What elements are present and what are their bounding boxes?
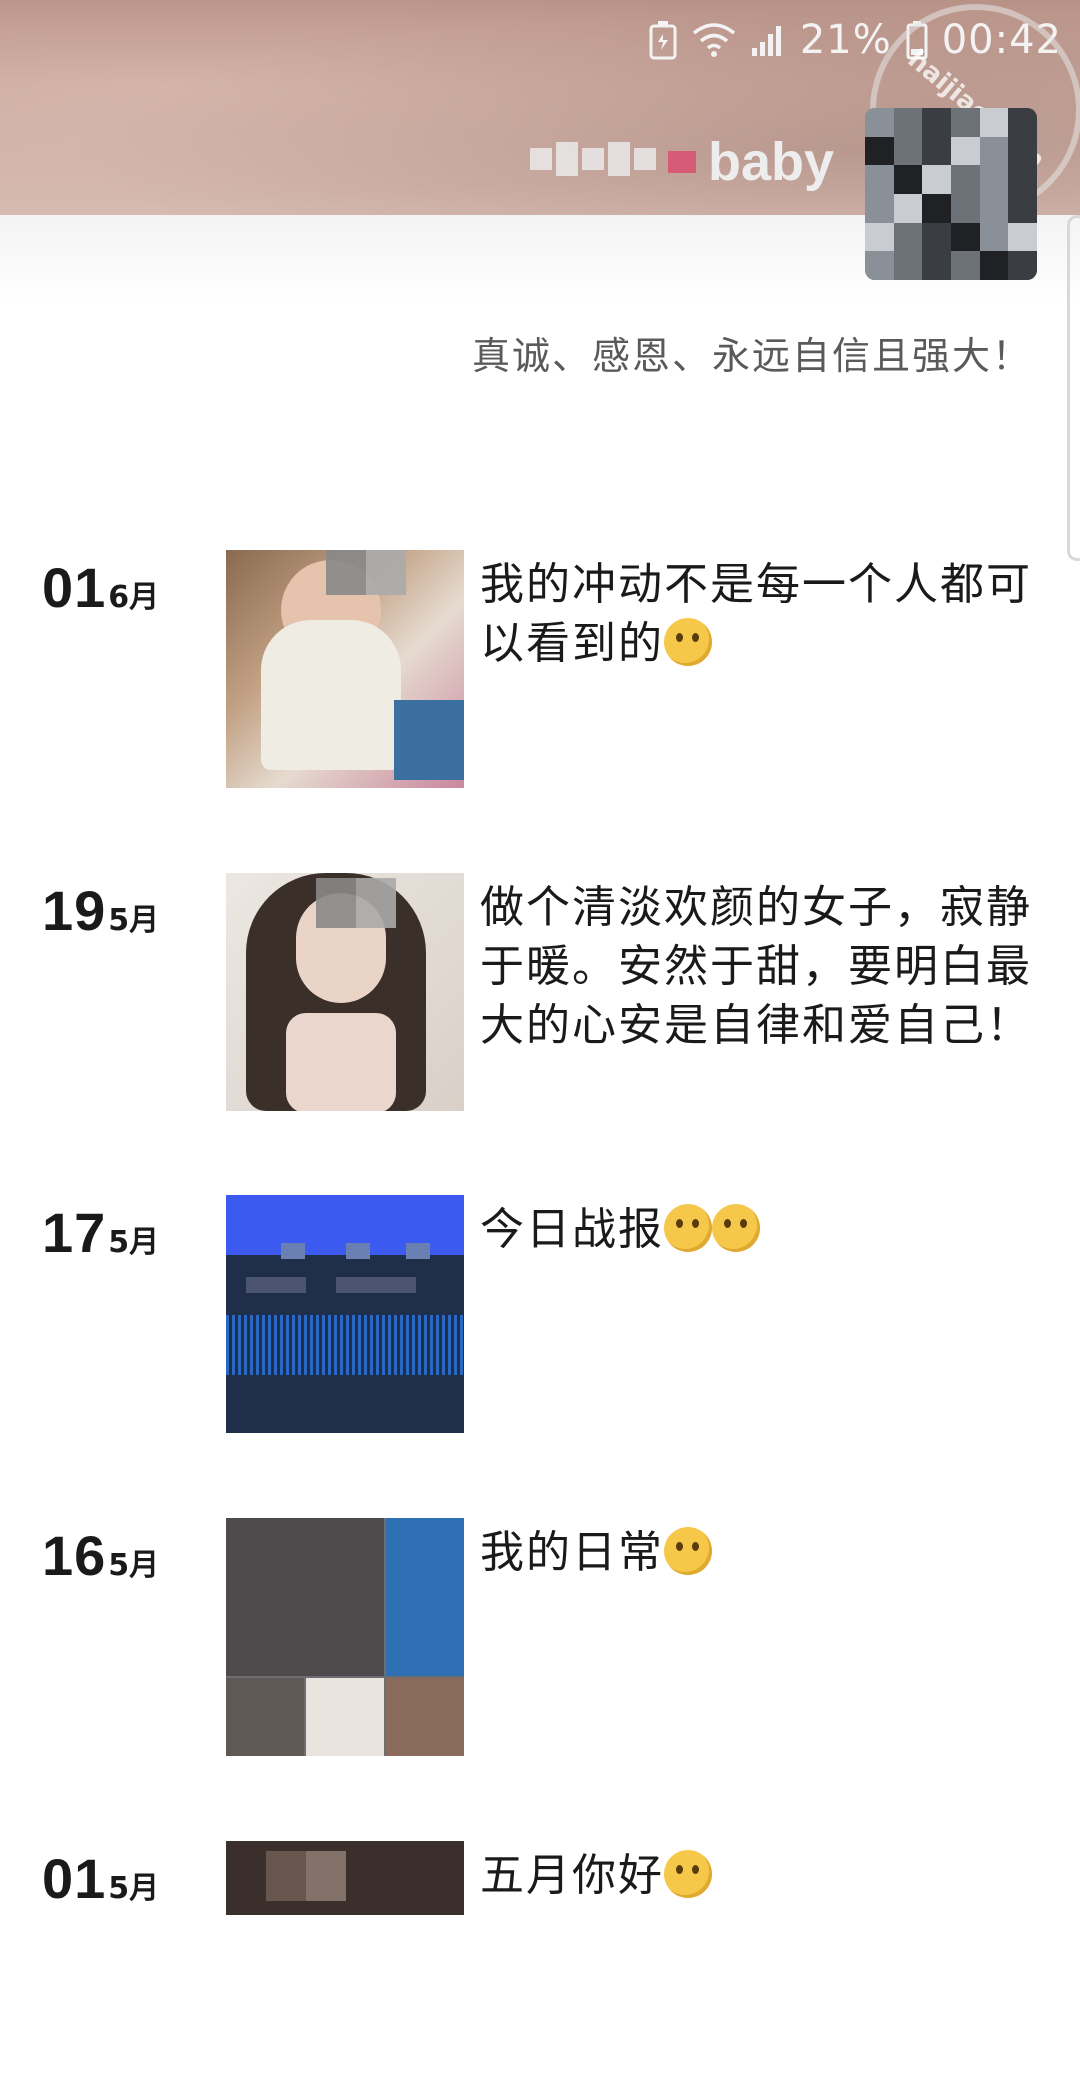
- nickname-mosaic: [530, 142, 656, 176]
- battery-percent: 21%: [799, 17, 892, 63]
- profile-signature: 真诚、感恩、永远自信且强大！: [471, 334, 1032, 378]
- post-month: 5月: [108, 903, 160, 938]
- battery-saver-icon: [648, 20, 678, 60]
- grid-image[interactable]: [226, 1518, 384, 1676]
- post-caption: 我的冲动不是每一个人都可以看到的: [480, 555, 1040, 673]
- post-caption-text: 五月你好: [480, 1850, 664, 1901]
- post-caption: 做个清淡欢颜的女子，寂静于暖。安然于甜，要明白最大的心安是自律和爱自己！: [480, 882, 1032, 1051]
- post-day: 01: [42, 556, 107, 619]
- post-day: 19: [42, 879, 107, 942]
- post-thumbnail[interactable]: [226, 550, 464, 788]
- grid-image[interactable]: [386, 1678, 464, 1756]
- face-mosaic: [316, 878, 396, 928]
- post-caption: 今日战报: [480, 1200, 1040, 1259]
- post-thumbnail[interactable]: [226, 1841, 464, 1915]
- post-day: 01: [42, 1847, 107, 1910]
- nickname-emoji-mosaic: [668, 151, 696, 173]
- post-caption-text: 我的冲动不是每一个人都可以看到的: [480, 559, 1032, 669]
- wifi-icon: [692, 21, 736, 59]
- post-day: 17: [42, 1201, 107, 1264]
- timeline-post[interactable]: 17 5月 今日战报: [0, 1195, 1080, 1440]
- avatar[interactable]: [865, 108, 1037, 280]
- grid-image[interactable]: [226, 1678, 304, 1756]
- post-day: 16: [42, 1524, 107, 1587]
- post-month: 5月: [108, 1871, 160, 1906]
- post-thumbnail[interactable]: [226, 1195, 464, 1433]
- post-caption: 我的日常: [480, 1523, 1040, 1582]
- post-month: 6月: [108, 580, 160, 615]
- facepalm-emoji-icon: [664, 1527, 712, 1575]
- face-mosaic: [326, 550, 406, 595]
- smug-emoji-icon: [664, 1204, 712, 1252]
- post-date: 19 5月: [42, 878, 159, 943]
- face-mosaic: [266, 1851, 346, 1901]
- nickname-text: baby: [708, 132, 835, 192]
- post-caption-text: 我的日常: [480, 1527, 664, 1578]
- post-thumbnail-grid[interactable]: [226, 1518, 464, 1756]
- signal-icon: [750, 22, 786, 58]
- grid-image[interactable]: [386, 1518, 464, 1676]
- post-date: 16 5月: [42, 1523, 159, 1588]
- scroll-indicator[interactable]: [1067, 215, 1080, 561]
- post-caption: 五月你好: [480, 1846, 1040, 1905]
- post-date: 17 5月: [42, 1200, 159, 1265]
- timeline-post[interactable]: 01 5月 五月你好: [0, 1841, 1080, 2086]
- post-date: 01 5月: [42, 1846, 159, 1911]
- grid-image[interactable]: [306, 1678, 384, 1756]
- post-thumbnail[interactable]: [226, 873, 464, 1111]
- timeline-post[interactable]: 16 5月 我的日常: [0, 1518, 1080, 1763]
- post-month: 5月: [108, 1548, 160, 1583]
- post-date: 01 6月: [42, 555, 159, 620]
- smug-emoji-icon: [664, 1850, 712, 1898]
- thinking-emoji-icon: [664, 618, 712, 666]
- smug-emoji-icon: [712, 1204, 760, 1252]
- post-caption-text: 今日战报: [480, 1204, 664, 1255]
- timeline-post[interactable]: 01 6月 我的冲动不是每一个人都可以看到的: [0, 550, 1080, 795]
- post-month: 5月: [108, 1225, 160, 1260]
- timeline-post[interactable]: 19 5月 做个清淡欢颜的女子，寂静于暖。安然于甜，要明白最大的心安是自律和爱自…: [0, 873, 1080, 1118]
- nickname: baby: [530, 130, 834, 194]
